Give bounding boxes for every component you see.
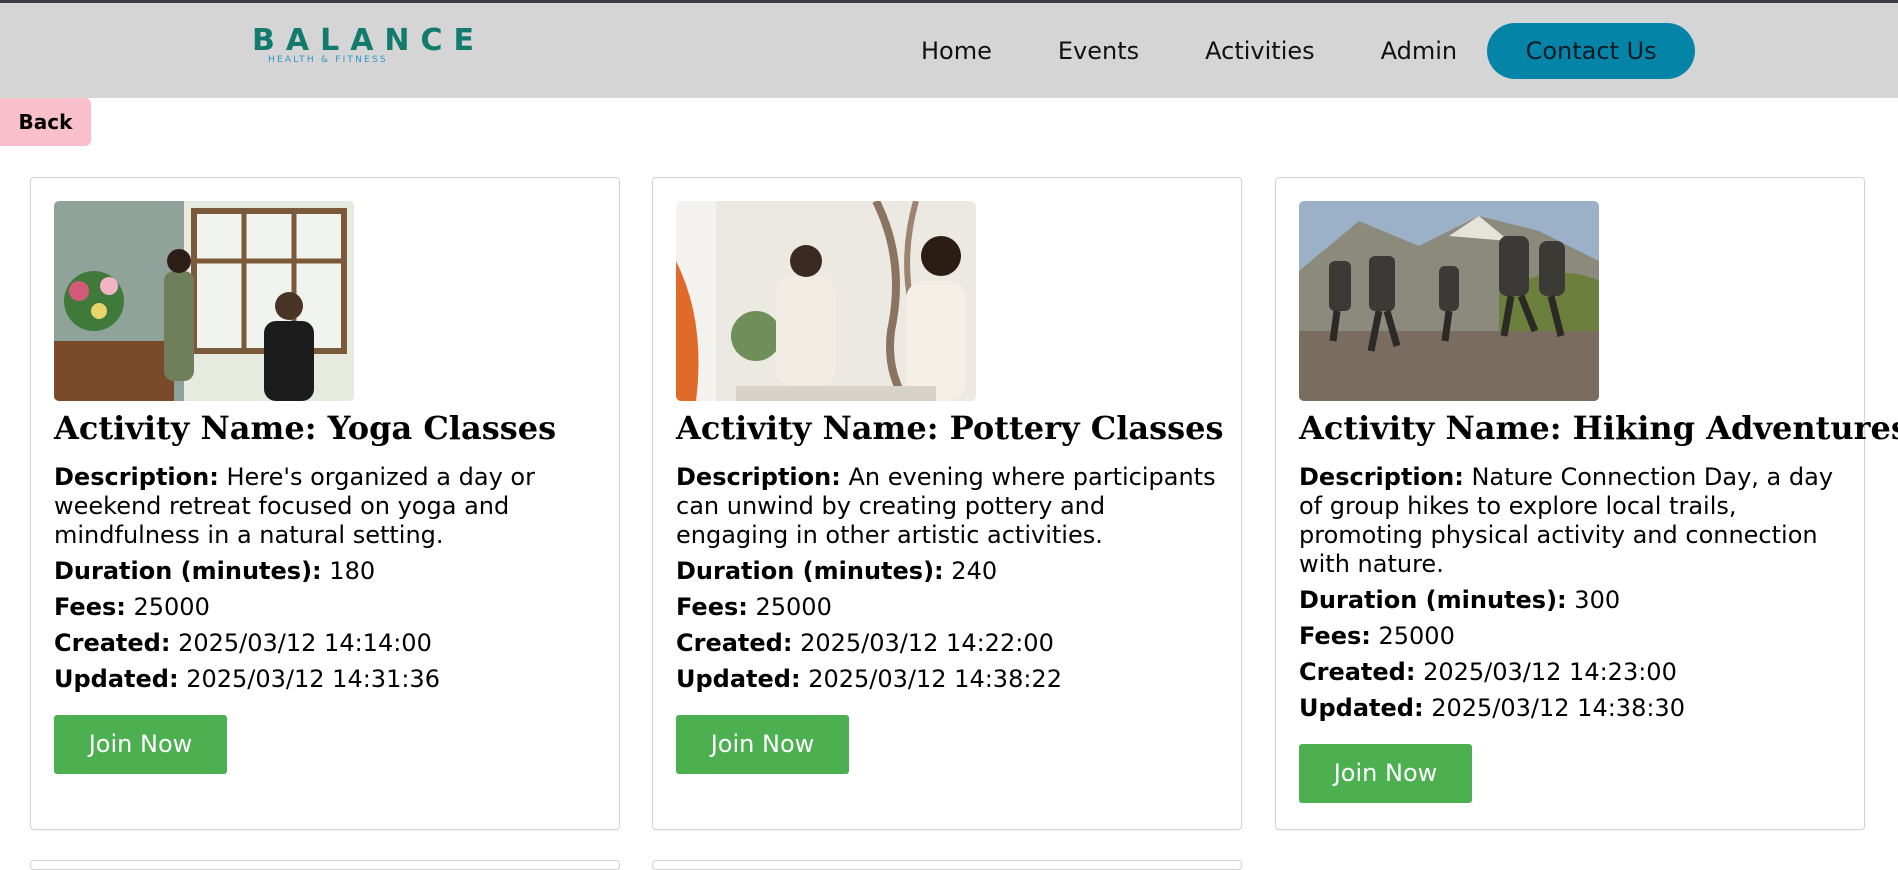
brand-logo[interactable]: BALANCE HEALTH & FITNESS — [252, 23, 486, 69]
activity-card: Activity Name: Pottery Classes Descripti… — [652, 177, 1242, 830]
activity-fees: Fees: 25000 — [676, 593, 832, 621]
contact-us-button[interactable]: Contact Us — [1487, 23, 1696, 79]
activity-title: Activity Name: Yoga Classes — [54, 409, 557, 447]
activity-image — [54, 201, 354, 401]
main-nav: Home Events Activities Admin Contact Us — [898, 23, 1696, 79]
nav-activities[interactable]: Activities — [1205, 37, 1315, 65]
activity-card: Activity Name: Yoga Classes Description:… — [30, 177, 620, 830]
activity-image — [676, 201, 976, 401]
nav-home[interactable]: Home — [921, 37, 992, 65]
activity-description: Description: Here's organized a day or w… — [54, 463, 535, 549]
activity-created: Created: 2025/03/12 14:23:00 — [1299, 658, 1677, 686]
logo-tagline: HEALTH & FITNESS — [268, 55, 388, 65]
activity-card-partial — [30, 860, 620, 870]
activity-description: Description: Nature Connection Day, a da… — [1299, 463, 1834, 578]
activity-fees: Fees: 25000 — [1299, 622, 1455, 650]
activity-duration: Duration (minutes): 300 — [1299, 586, 1621, 614]
join-now-button[interactable]: Join Now — [54, 715, 227, 774]
back-button[interactable]: Back — [0, 98, 91, 146]
activity-duration: Duration (minutes): 180 — [54, 557, 376, 585]
activity-card-partial — [652, 860, 1242, 870]
activity-description: Description: An evening where participan… — [676, 463, 1216, 549]
logo-wordmark: BALANCE — [252, 23, 486, 58]
activity-image — [1299, 201, 1599, 401]
nav-admin[interactable]: Admin — [1381, 37, 1458, 65]
activity-updated: Updated: 2025/03/12 14:38:30 — [1299, 694, 1685, 722]
site-header: BALANCE HEALTH & FITNESS Home Events Act… — [0, 3, 1898, 98]
activity-updated: Updated: 2025/03/12 14:38:22 — [676, 665, 1062, 693]
join-now-button[interactable]: Join Now — [676, 715, 849, 774]
activity-updated: Updated: 2025/03/12 14:31:36 — [54, 665, 440, 693]
activity-details: Description: Here's organized a day or w… — [54, 463, 599, 774]
nav-events[interactable]: Events — [1058, 37, 1139, 65]
join-now-button[interactable]: Join Now — [1299, 744, 1472, 803]
activity-duration: Duration (minutes): 240 — [676, 557, 998, 585]
activity-details: Description: Nature Connection Day, a da… — [1299, 463, 1844, 803]
activity-details: Description: An evening where participan… — [676, 463, 1221, 774]
activity-created: Created: 2025/03/12 14:22:00 — [676, 629, 1054, 657]
activity-title: Activity Name: Hiking Adventures — [1299, 409, 1898, 447]
activity-title: Activity Name: Pottery Classes — [676, 409, 1224, 447]
activity-card: Activity Name: Hiking Adventures Descrip… — [1275, 177, 1898, 830]
activity-created: Created: 2025/03/12 14:14:00 — [54, 629, 432, 657]
activity-fees: Fees: 25000 — [54, 593, 210, 621]
